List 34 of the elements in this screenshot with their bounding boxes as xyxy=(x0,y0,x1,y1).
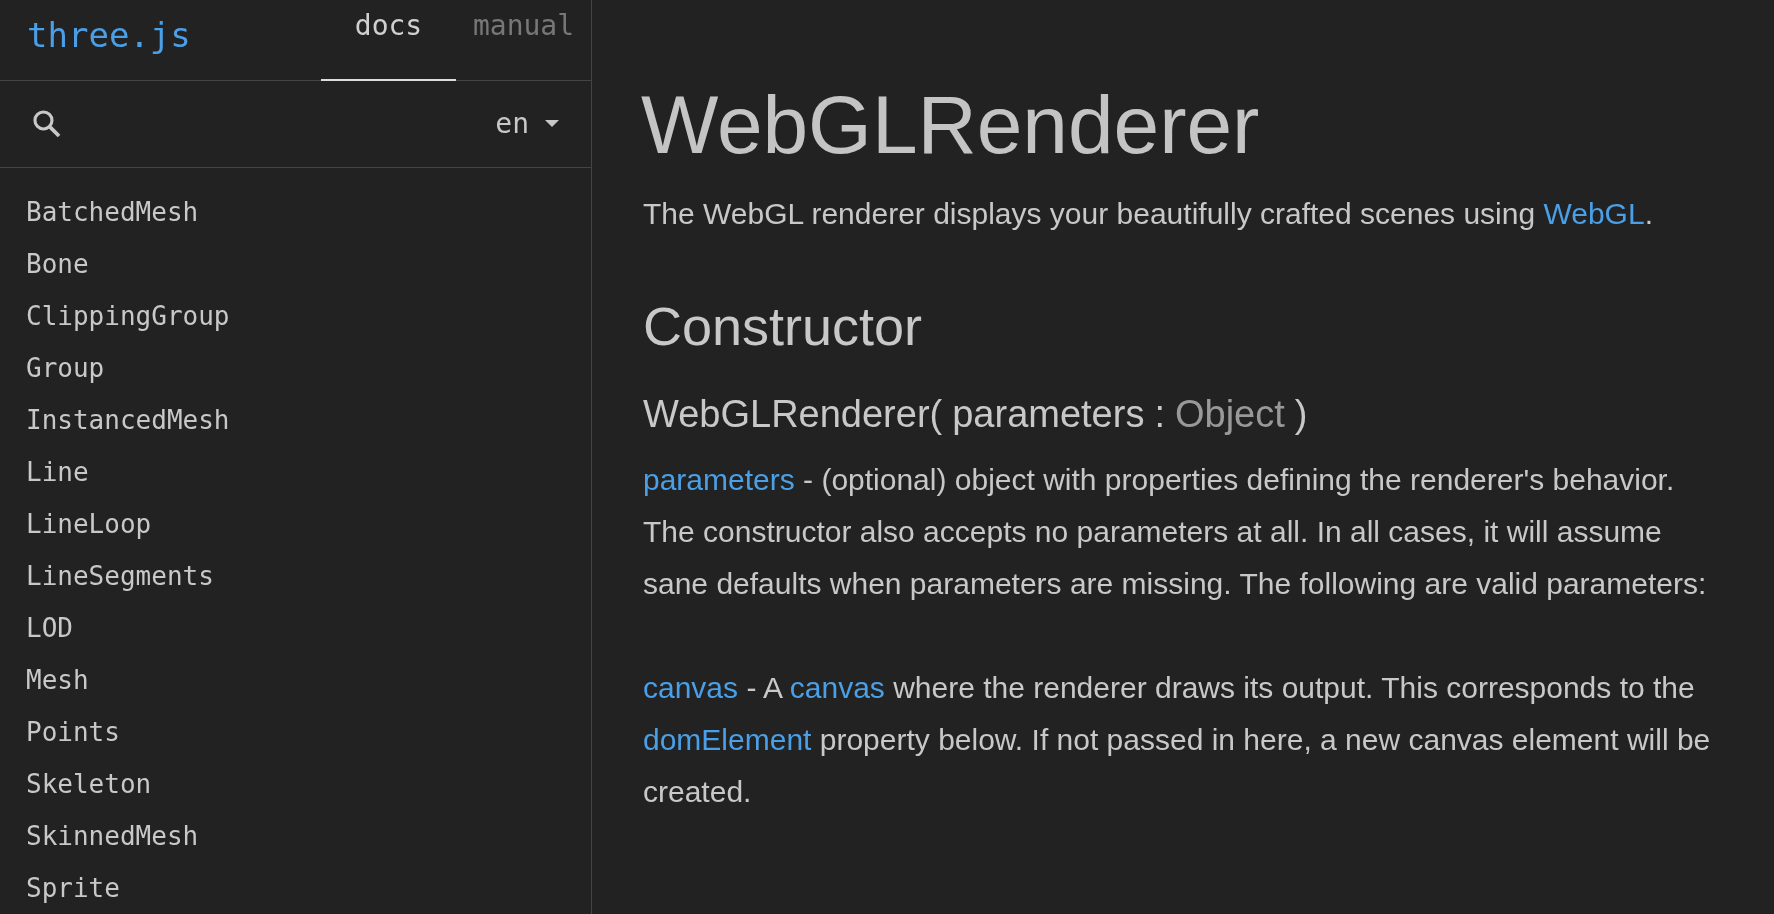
nav-tab[interactable]: manual xyxy=(456,0,591,81)
sidebar-item[interactable]: LineLoop xyxy=(0,498,152,550)
link[interactable]: canvas xyxy=(643,671,739,704)
intro-paragraph: The WebGL renderer displays your beautifully crafted scenes using WebGL. xyxy=(643,196,1654,232)
caret-icon xyxy=(545,119,559,128)
link[interactable]: canvas xyxy=(789,671,885,704)
sidebar-item[interactable]: ClippingGroup xyxy=(0,290,230,342)
type-separator: : xyxy=(1154,392,1165,437)
sidebar-item[interactable]: Mesh xyxy=(0,654,89,706)
sidebar-item[interactable]: InstancedMesh xyxy=(0,394,230,446)
link[interactable]: parameters xyxy=(643,463,795,496)
parameter-type: Object xyxy=(1175,392,1285,437)
sidebar-item[interactable]: SkinnedMesh xyxy=(0,810,199,862)
closing-paren: ) xyxy=(1294,392,1308,437)
parameter-name: parameters xyxy=(952,392,1145,437)
link[interactable]: domElement xyxy=(643,723,812,756)
sidebar-item[interactable]: Points xyxy=(0,706,120,758)
section-heading: Constructor xyxy=(643,295,924,358)
sidebar-item[interactable]: LineSegments xyxy=(0,550,214,602)
parameter-description: canvas - A canvas where the renderer draws its output. This corresponds to the domElement property below. If not passed in here, a new canvas element will be created. xyxy=(643,670,1712,810)
logo[interactable]: three.js xyxy=(27,14,191,55)
constructor-name: WebGLRenderer( xyxy=(643,392,943,437)
sidebar-item[interactable]: LOD xyxy=(0,602,73,654)
nav-tab[interactable]: docs xyxy=(321,0,456,81)
sidebar-item[interactable]: Group xyxy=(0,342,105,394)
sidebar-item[interactable]: BatchedMesh xyxy=(0,186,199,238)
sidebar-item[interactable]: Skeleton xyxy=(0,758,152,810)
sidebar-item[interactable]: Line xyxy=(0,446,89,498)
sidebar-item[interactable]: Sprite xyxy=(0,862,120,914)
sidebar-item[interactable]: Bone xyxy=(0,238,89,290)
page-title: WebGLRenderer xyxy=(641,78,1261,172)
language-select[interactable]: en xyxy=(495,107,559,141)
link[interactable]: WebGL xyxy=(1543,197,1645,230)
parameter-description: parameters - (optional) object with properties defining the renderer's behavior. The constructor also accepts no parameters at all. In all cases, it will assume sane defaults when parameters are missing. The following are valid parameters: xyxy=(643,462,1708,602)
